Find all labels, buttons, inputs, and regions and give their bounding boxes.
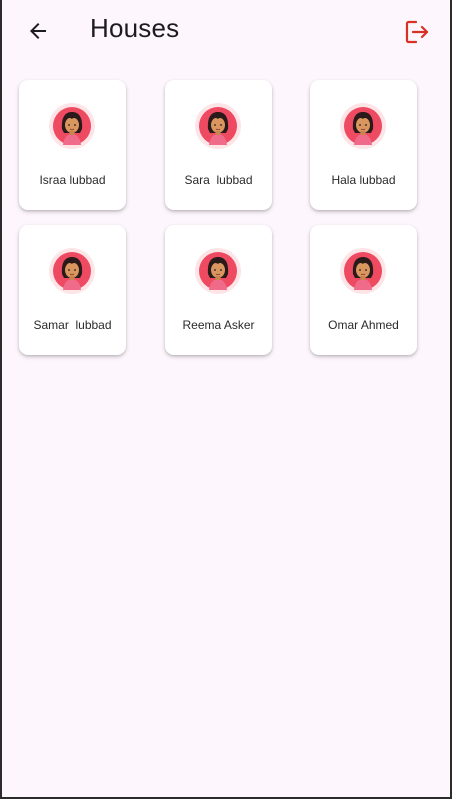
house-name: Omar Ahmed bbox=[328, 318, 399, 332]
house-card[interactable]: Israa lubbad bbox=[19, 80, 126, 210]
houses-screen: Houses Israa lubbad Sara lubbad Hala lub… bbox=[0, 0, 452, 799]
house-name: Samar lubbad bbox=[33, 318, 112, 332]
house-card[interactable]: Hala lubbad bbox=[310, 80, 417, 210]
app-bar: Houses bbox=[2, 0, 450, 62]
arrow-left-icon bbox=[30, 23, 46, 39]
house-card[interactable]: Samar lubbad bbox=[19, 225, 126, 355]
avatar-icon bbox=[49, 103, 95, 149]
house-card[interactable]: Omar Ahmed bbox=[310, 225, 417, 355]
page-title: Houses bbox=[90, 13, 180, 43]
house-name: Sara lubbad bbox=[184, 173, 253, 187]
avatar-icon bbox=[340, 248, 386, 294]
logout-icon bbox=[405, 20, 429, 44]
house-name: Hala lubbad bbox=[331, 173, 396, 187]
avatar-icon bbox=[49, 248, 95, 294]
house-name: Reema Asker bbox=[182, 318, 255, 332]
avatar-icon bbox=[340, 103, 386, 149]
back-button[interactable] bbox=[24, 17, 52, 45]
avatar-icon bbox=[195, 248, 241, 294]
house-card[interactable]: Sara lubbad bbox=[165, 80, 272, 210]
logout-button[interactable] bbox=[401, 17, 431, 47]
avatar-icon bbox=[195, 103, 241, 149]
house-name: Israa lubbad bbox=[39, 173, 106, 187]
house-card[interactable]: Reema Asker bbox=[165, 225, 272, 355]
